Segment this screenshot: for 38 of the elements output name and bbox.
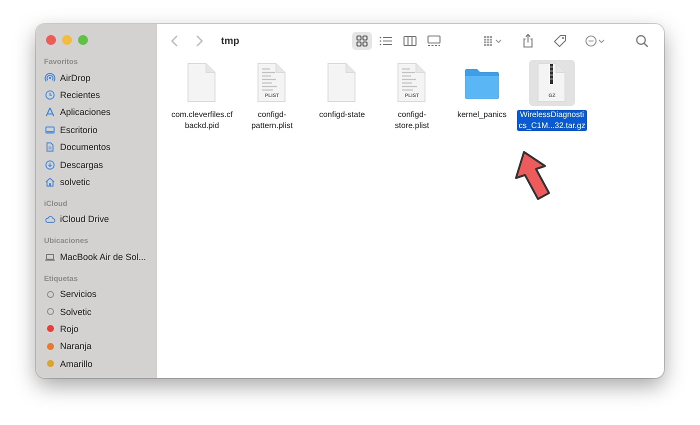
sidebar-item[interactable]: Recientes — [44, 86, 157, 104]
tag-button[interactable] — [552, 33, 568, 49]
file-name[interactable]: configd-state — [317, 110, 367, 120]
desktop-icon — [44, 124, 56, 136]
sidebar-item[interactable]: Documentos — [44, 138, 157, 156]
sidebar-item[interactable]: Escritorio — [44, 121, 157, 139]
sidebar-item[interactable]: Aplicaciones — [44, 104, 157, 122]
gallery-view-icon — [426, 33, 442, 49]
view-button[interactable] — [352, 32, 372, 50]
sidebar-item[interactable]: Rojo — [44, 320, 157, 338]
file-name[interactable]: configd- pattern.plist — [249, 110, 295, 131]
apps-icon — [44, 106, 56, 118]
search-button[interactable] — [634, 33, 650, 49]
sidebar-item[interactable]: iCloud Drive — [44, 210, 157, 228]
sidebar-item[interactable]: MacBook Air de Sol... — [44, 248, 157, 266]
file-name[interactable]: configd- store.plist — [392, 110, 432, 131]
sidebar-item[interactable]: solvetic — [44, 173, 157, 191]
cloud-icon — [44, 213, 56, 226]
sidebar-item[interactable]: Naranja — [44, 338, 157, 356]
sidebar-item[interactable]: Solvetic — [44, 302, 157, 320]
sidebar-item[interactable]: Descargas — [44, 156, 157, 174]
sidebar-item[interactable]: Servicios — [44, 286, 157, 303]
home-icon — [44, 176, 56, 188]
airdrop-icon — [44, 72, 56, 84]
more-button[interactable] — [584, 33, 606, 49]
download-icon — [44, 158, 56, 171]
sidebar-item[interactable]: Amarillo — [44, 355, 157, 372]
close-button[interactable] — [46, 35, 56, 45]
group-by-button[interactable] — [482, 33, 504, 49]
window-title: tmp — [221, 36, 240, 46]
file-name[interactable]: com.cleverfiles.cf backd.pid — [169, 110, 235, 131]
file-name[interactable]: kernel_panics — [455, 110, 509, 120]
clock-icon — [44, 89, 56, 102]
document-icon — [44, 141, 56, 154]
file-name[interactable]: WirelessDiagnosti cs_C1M...32.tar.gz — [516, 110, 588, 131]
column-view-icon — [402, 33, 418, 49]
icon-grid-view-icon — [354, 33, 370, 49]
sidebar-item[interactable]: AirDrop — [44, 69, 157, 86]
